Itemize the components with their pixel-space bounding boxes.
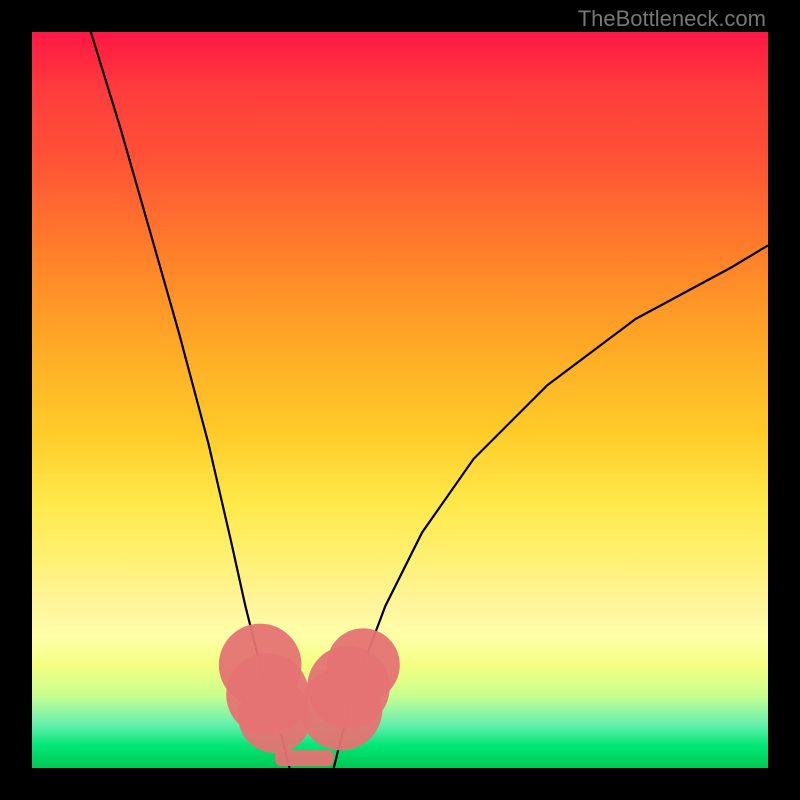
data-markers [219, 624, 400, 753]
chart-overlay [32, 32, 768, 768]
watermark-text: TheBottleneck.com [578, 6, 766, 32]
outer-frame: TheBottleneck.com [0, 0, 800, 800]
minimum-band [275, 750, 334, 766]
plot-area [32, 32, 768, 768]
data-marker [327, 628, 400, 701]
curve-right-branch [334, 245, 768, 768]
